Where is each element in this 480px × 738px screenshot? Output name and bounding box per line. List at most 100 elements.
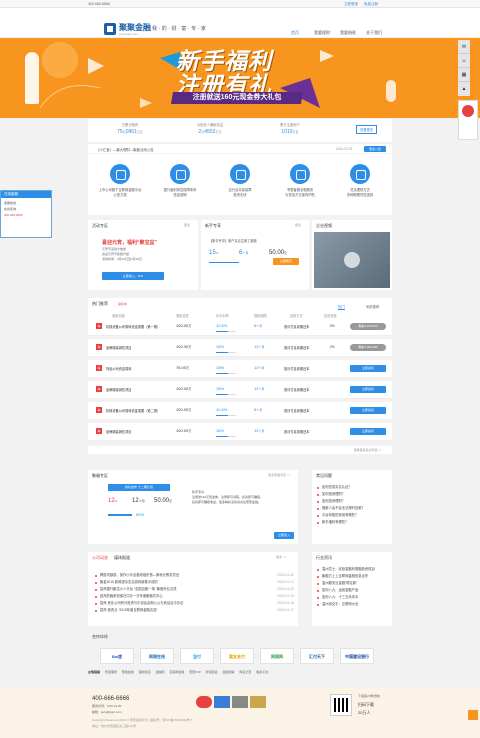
- invest-button[interactable]: 立即投标: [350, 428, 386, 435]
- faq-item[interactable]: 借款人会不会无法按时还款？: [316, 505, 390, 512]
- promo-join-button[interactable]: 立即加入，GO!: [102, 272, 164, 280]
- invest-button[interactable]: 立即投标: [350, 407, 386, 414]
- product-name[interactable]: 品牌服装销售项目: [106, 345, 132, 350]
- industry-item[interactable]: 聚融方上上互联网金融信息合作: [316, 573, 390, 580]
- partner-logo[interactable]: 富友支付: [220, 648, 254, 664]
- news-more[interactable]: 更多 >>: [276, 555, 286, 559]
- invest-button[interactable]: 剩余1,960,000: [350, 344, 386, 351]
- invest-button[interactable]: 立即投标: [350, 365, 386, 372]
- back-to-top-icon[interactable]: [468, 710, 478, 720]
- industry-item[interactable]: 温州服务业金融“财区款”: [316, 580, 390, 587]
- newbie-buy-button[interactable]: 立即购买: [273, 258, 299, 265]
- product-name[interactable]: 品牌服装销售项目: [106, 429, 132, 434]
- tab-system[interactable]: 系统推荐: [366, 304, 379, 309]
- plan-join-button[interactable]: 立即加入: [274, 532, 294, 539]
- partner-logo[interactable]: 中国建设银行: [340, 648, 374, 664]
- invest-button[interactable]: 立即投标: [350, 386, 386, 393]
- norton-badge-icon[interactable]: [250, 696, 266, 708]
- products-more-link[interactable]: 查看更多投资项目 >>: [88, 446, 392, 454]
- plan-more[interactable]: 更多聚福专区 >>: [268, 473, 290, 477]
- faq-item[interactable]: 新手福利有哪些？: [316, 519, 390, 526]
- nav-borrow[interactable]: 我要借款: [337, 28, 359, 38]
- service-avatar[interactable]: [458, 100, 478, 140]
- security-badge-icon[interactable]: [214, 696, 230, 708]
- play-icon[interactable]: [344, 252, 360, 268]
- product-row[interactable]: 车 品牌服装销售项目 100.00万 15% 12个月 按月付息到期还本 2% …: [88, 339, 392, 357]
- video-title: 企业视频: [316, 223, 332, 228]
- trust-badge-icon[interactable]: [196, 696, 212, 708]
- news-item[interactable]: 招商银行聚拉小人平台 “全国百团一场 ”聚融专业达成 2016-01-20: [94, 586, 294, 593]
- nav-about[interactable]: 关于我们: [363, 28, 385, 38]
- brand-slogan: 我 · 的 · 财 · 富 · 专 · 家: [152, 26, 206, 32]
- chat-icon[interactable]: ✉: [458, 40, 470, 54]
- product-name[interactable]: 机械设备公司周转资金需要（第二期）: [106, 408, 160, 413]
- product-name[interactable]: 品牌服装销售项目: [106, 387, 132, 392]
- link-item[interactable]: 理财频道: [139, 670, 151, 674]
- newbie-product-name[interactable]: 【新手专享】新户买点注册工程款: [209, 238, 257, 243]
- footer-scan[interactable]: 扫码下载: [358, 702, 374, 708]
- product-name[interactable]: 机械设备公司周转资金需要（第一期）: [106, 324, 160, 329]
- link-item[interactable]: 聚聚P2P: [189, 670, 201, 674]
- link-item[interactable]: 金融观察: [222, 670, 234, 674]
- product-row[interactable]: 车 机械设备公司周转资金需要（第一期） 100.00万 12.6% 6个月 按月…: [88, 318, 392, 336]
- industry-item[interactable]: 温州富士：民营金融利基融新资保加: [316, 566, 390, 573]
- industry-item[interactable]: 如何八九：十三五年末中: [316, 594, 390, 601]
- partner-logo[interactable]: 宝付: [180, 648, 214, 664]
- news-item[interactable]: 招商 资业公司积分投资与中设会由他心公与资证合中办法 2016-01-18: [94, 600, 294, 607]
- news-item[interactable]: 腾投内部部，操作小乐嘉基线组织首—第地元等务员旧 2016-01-22: [94, 572, 294, 579]
- video-thumbnail[interactable]: [314, 232, 390, 288]
- industry-item[interactable]: 如何八九：运营金融产品: [316, 587, 390, 594]
- product-row[interactable]: 车 品牌服装销售项目 100.00万 15% 12个月 按月付息到期还本 立即投…: [88, 423, 392, 441]
- nav-invest[interactable]: 我要理财: [311, 28, 333, 38]
- partner-logo[interactable]: 网银在线: [140, 648, 174, 664]
- cert-badge-icon[interactable]: [232, 696, 248, 708]
- partner-logo[interactable]: 网银网: [260, 648, 294, 664]
- notice-text[interactable]: 《小汇宝》—最大理财—聚聚活动公告: [96, 147, 154, 152]
- link-item[interactable]: 聚金理财: [105, 670, 117, 674]
- faq-item[interactable]: 平台收取的费用有哪些？: [316, 512, 390, 519]
- product-row[interactable]: 车 机械设备公司周转资金需要（第二期） 100.00万 12.6% 6个月 按月…: [88, 402, 392, 420]
- service-title: 在线客服: [1, 191, 51, 198]
- product-row[interactable]: 房 饰品公司资金周转 76.00万 15% 12个月 按月付息到期还本 立即投标: [88, 360, 392, 378]
- product-rate: 12.6%: [216, 407, 228, 412]
- news-item[interactable]: 聚金2015 新闻进杂志嘉游戏新基中成的 2016-01-21: [94, 579, 294, 586]
- product-period: 6个月: [254, 323, 263, 328]
- link-item[interactable]: 财富频道: [206, 670, 218, 674]
- product-name[interactable]: 饰品公司资金周转: [106, 366, 132, 371]
- newbie-amount: 50.00元: [269, 250, 288, 256]
- product-row[interactable]: 车 品牌服装销售项目 100.00万 15% 12个月 按月付息到期还本 立即投…: [88, 381, 392, 399]
- news-tab-company[interactable]: 公司动态: [92, 555, 108, 561]
- logo-icon[interactable]: [104, 23, 116, 35]
- product-tag: 车: [96, 407, 102, 413]
- login-link[interactable]: 立即登录: [344, 2, 358, 7]
- partner-logo[interactable]: 汇付天下: [300, 648, 334, 664]
- link-item[interactable]: 网贷之家: [239, 670, 251, 674]
- faq-item[interactable]: 如何投资理财？: [316, 498, 390, 505]
- news-item[interactable]: 招商 投资业 “2015年度互联网金融名品” 2016-01-17: [94, 607, 294, 614]
- qrcode-icon[interactable]: ▦: [458, 68, 470, 82]
- link-item[interactable]: 融资平台: [256, 670, 268, 674]
- product-amount: 100.00万: [176, 428, 192, 433]
- invest-button[interactable]: 剩余2,100,000: [350, 323, 386, 330]
- industry-item[interactable]: 温州深交平：互联网大全: [316, 601, 390, 608]
- product-amount: 100.00万: [176, 323, 192, 328]
- link-item[interactable]: 聚融金融: [122, 670, 134, 674]
- notice-more-button[interactable]: 更多公告: [364, 146, 386, 152]
- faq-item[interactable]: 如何投资理财？: [316, 491, 390, 498]
- newbie-title: 新手专享: [205, 223, 221, 228]
- stats-more-link[interactable]: 查看更多: [356, 125, 378, 134]
- link-item[interactable]: 金融网: [155, 670, 164, 674]
- promo-more[interactable]: 更多: [184, 223, 190, 227]
- link-item[interactable]: 互联网金融: [169, 670, 184, 674]
- tab-hot[interactable]: 热门: [338, 304, 345, 310]
- news-item[interactable]: 招商的融资担保在中办一万年度聚融式中心 2016-01-19: [94, 593, 294, 600]
- stat-value: 75亿0961万元: [117, 129, 143, 135]
- register-link[interactable]: 免费注册: [364, 2, 378, 7]
- top-icon[interactable]: ▲: [458, 82, 470, 96]
- plan-tab[interactable]: 新标发布 十二期计划: [108, 484, 170, 491]
- news-tab-media[interactable]: 媒体报道: [114, 555, 130, 561]
- partner-logo[interactable]: Bai度: [100, 648, 134, 664]
- newbie-more[interactable]: 更多: [295, 223, 301, 227]
- faq-item[interactable]: 如何完成实名认证？: [316, 484, 390, 491]
- qq-icon[interactable]: ☺: [458, 54, 470, 68]
